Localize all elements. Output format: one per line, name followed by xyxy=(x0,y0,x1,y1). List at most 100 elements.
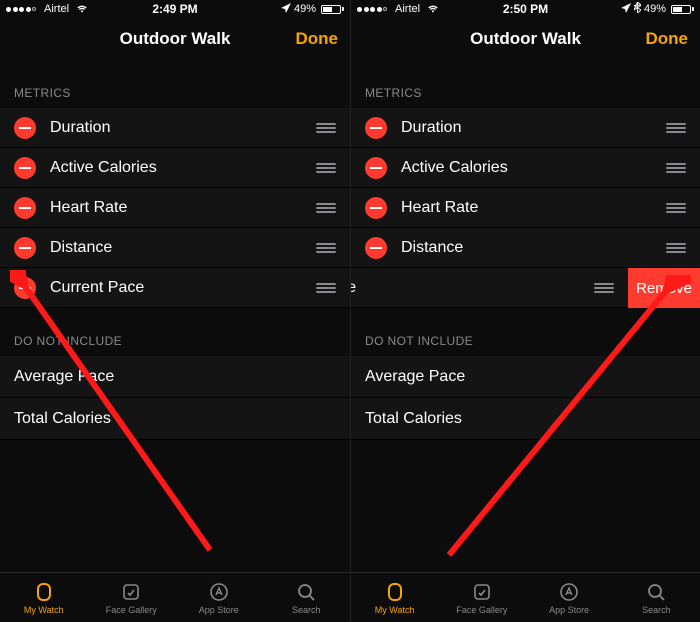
status-bar: Airtel 2:50 PM 49% xyxy=(351,0,700,18)
done-button[interactable]: Done xyxy=(646,29,689,49)
tab-bar: My Watch Face Gallery App Store Search xyxy=(0,572,350,622)
remove-button[interactable]: Remove xyxy=(628,268,700,308)
watch-icon xyxy=(33,581,55,603)
watch-icon xyxy=(384,581,406,603)
screen-left: Airtel 2:49 PM 49% Outdoor Walk Done MET… xyxy=(0,0,350,622)
exclude-section-header: DO NOT INCLUDE xyxy=(351,308,700,356)
metric-label: Duration xyxy=(50,119,308,137)
battery-icon xyxy=(319,5,344,14)
metric-label: Active Calories xyxy=(50,159,308,177)
metric-row[interactable]: Heart Rate xyxy=(0,188,350,228)
carrier-text: Airtel xyxy=(44,3,69,15)
tab-label: My Watch xyxy=(24,605,64,615)
battery-pct: 49% xyxy=(644,3,666,15)
metric-row[interactable]: Distance xyxy=(0,228,350,268)
reorder-handle-icon[interactable] xyxy=(316,243,336,253)
metric-label: Distance xyxy=(50,239,308,257)
metric-label: Duration xyxy=(401,119,658,137)
face-gallery-icon xyxy=(471,581,493,603)
reorder-handle-icon[interactable] xyxy=(594,283,614,293)
bluetooth-icon xyxy=(634,2,641,16)
reorder-handle-icon[interactable] xyxy=(666,243,686,253)
excluded-row[interactable]: Total Calories xyxy=(0,398,350,440)
nav-header: Outdoor Walk Done xyxy=(351,18,700,60)
screen-right: Airtel 2:50 PM 49% Outdoor Walk Done MET… xyxy=(350,0,700,622)
delete-icon[interactable] xyxy=(365,197,387,219)
signal-icon xyxy=(357,7,387,12)
signal-icon xyxy=(6,7,36,12)
delete-icon[interactable] xyxy=(14,117,36,139)
delete-icon[interactable] xyxy=(14,157,36,179)
metric-row[interactable]: Heart Rate xyxy=(351,188,700,228)
page-title: Outdoor Walk xyxy=(470,29,581,49)
metrics-section-header: METRICS xyxy=(351,60,700,108)
tab-my-watch[interactable]: My Watch xyxy=(0,573,88,622)
tab-face-gallery[interactable]: Face Gallery xyxy=(88,573,176,622)
tab-label: My Watch xyxy=(375,605,415,615)
wifi-icon xyxy=(69,2,88,16)
tab-app-store[interactable]: App Store xyxy=(175,573,263,622)
tab-label: App Store xyxy=(199,605,239,615)
location-icon xyxy=(281,3,291,16)
excluded-row[interactable]: Average Pace xyxy=(351,356,700,398)
metric-row[interactable]: Distance xyxy=(351,228,700,268)
reorder-handle-icon[interactable] xyxy=(316,123,336,133)
metric-label: ent Pace xyxy=(350,279,586,297)
metric-row[interactable]: Current Pace xyxy=(0,268,350,308)
reorder-handle-icon[interactable] xyxy=(316,283,336,293)
delete-icon[interactable] xyxy=(14,197,36,219)
face-gallery-icon xyxy=(120,581,142,603)
tab-label: Face Gallery xyxy=(106,605,157,615)
metrics-section-header: METRICS xyxy=(0,60,350,108)
reorder-handle-icon[interactable] xyxy=(316,163,336,173)
tab-bar: My Watch Face Gallery App Store Search xyxy=(351,572,700,622)
tab-label: Search xyxy=(292,605,321,615)
search-icon xyxy=(645,581,667,603)
metric-label: Active Calories xyxy=(401,159,658,177)
delete-icon[interactable] xyxy=(14,277,36,299)
nav-header: Outdoor Walk Done xyxy=(0,18,350,60)
excluded-label: Total Calories xyxy=(365,410,462,428)
search-icon xyxy=(295,581,317,603)
delete-icon[interactable] xyxy=(365,117,387,139)
metric-label: Current Pace xyxy=(50,279,308,297)
metric-row[interactable]: Duration xyxy=(0,108,350,148)
status-bar: Airtel 2:49 PM 49% xyxy=(0,0,350,18)
reorder-handle-icon[interactable] xyxy=(666,123,686,133)
delete-icon[interactable] xyxy=(14,237,36,259)
metric-label: Heart Rate xyxy=(401,199,658,217)
metric-label: Heart Rate xyxy=(50,199,308,217)
reorder-handle-icon[interactable] xyxy=(316,203,336,213)
excluded-label: Average Pace xyxy=(365,368,465,386)
reorder-handle-icon[interactable] xyxy=(666,163,686,173)
clock-text: 2:50 PM xyxy=(503,2,548,16)
app-store-icon xyxy=(558,581,580,603)
excluded-label: Average Pace xyxy=(14,368,114,386)
done-button[interactable]: Done xyxy=(296,29,339,49)
carrier-text: Airtel xyxy=(395,3,420,15)
wifi-icon xyxy=(420,2,439,16)
page-title: Outdoor Walk xyxy=(120,29,231,49)
metric-row[interactable]: Duration xyxy=(351,108,700,148)
delete-icon[interactable] xyxy=(365,237,387,259)
tab-face-gallery[interactable]: Face Gallery xyxy=(438,573,525,622)
excluded-row[interactable]: Average Pace xyxy=(0,356,350,398)
exclude-section-header: DO NOT INCLUDE xyxy=(0,308,350,356)
tab-app-store[interactable]: App Store xyxy=(526,573,613,622)
delete-icon[interactable] xyxy=(365,157,387,179)
metric-row[interactable]: Active Calories xyxy=(0,148,350,188)
excluded-label: Total Calories xyxy=(14,410,111,428)
metric-row[interactable]: Active Calories xyxy=(351,148,700,188)
battery-icon xyxy=(669,5,694,14)
location-icon xyxy=(621,3,631,16)
tab-search[interactable]: Search xyxy=(263,573,351,622)
excluded-row[interactable]: Total Calories xyxy=(351,398,700,440)
tab-label: Search xyxy=(642,605,671,615)
app-store-icon xyxy=(208,581,230,603)
tab-my-watch[interactable]: My Watch xyxy=(351,573,438,622)
tab-label: App Store xyxy=(549,605,589,615)
metric-row-swiped[interactable]: ent Pace Remove xyxy=(351,268,700,308)
reorder-handle-icon[interactable] xyxy=(666,203,686,213)
tab-search[interactable]: Search xyxy=(613,573,700,622)
tab-label: Face Gallery xyxy=(456,605,507,615)
